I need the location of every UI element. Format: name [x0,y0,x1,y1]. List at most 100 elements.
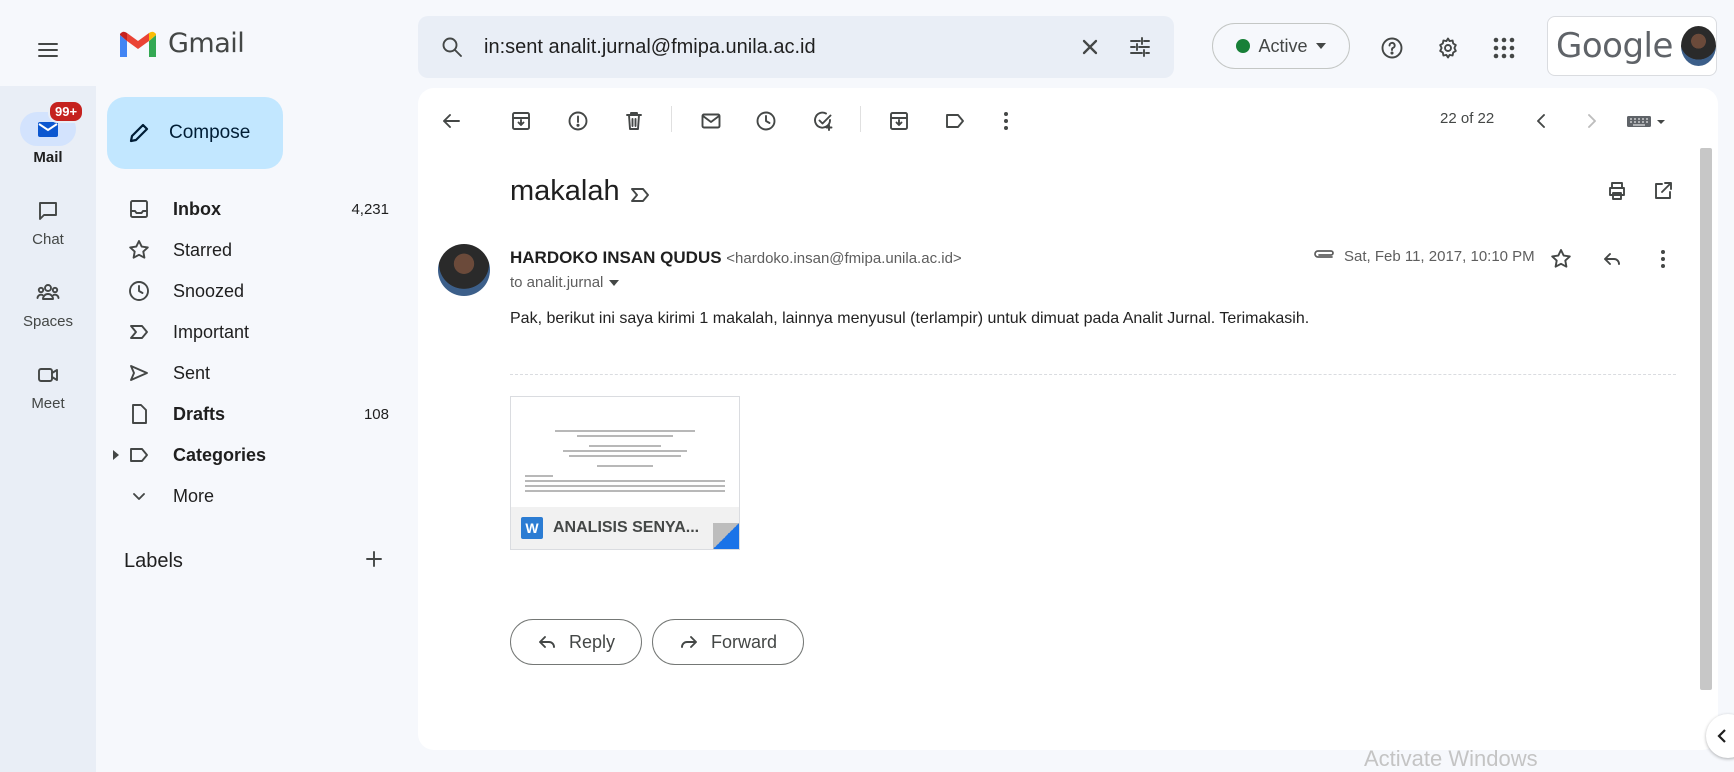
attachment-preview [525,427,725,495]
open-in-new-icon [1655,182,1672,199]
sender-email: <hardoko.insan@fmipa.unila.ac.id> [726,250,962,267]
forward-button[interactable]: Forward [652,619,805,665]
sender-avatar[interactable] [438,244,490,296]
labels-button[interactable] [938,104,972,138]
page-fold [713,523,739,549]
report-spam-button[interactable] [561,104,595,138]
gmail-wordmark: Gmail [168,28,245,59]
rail-spaces[interactable]: Spaces [0,276,96,330]
nav-categories[interactable]: Categories [107,435,403,475]
back-button[interactable] [434,104,468,138]
nav-inbox[interactable]: Inbox 4,231 [107,189,403,229]
clock-icon [756,111,776,131]
windows-activation-watermark: Activate Windows [1364,746,1538,771]
chevron-right-icon [1588,114,1596,128]
compose-button[interactable]: Compose [107,97,283,169]
forward-label: Forward [711,631,778,652]
send-icon [130,365,148,381]
newer-button[interactable] [1525,104,1559,138]
nav-categories-label: Categories [173,444,267,465]
chevron-down-icon [133,493,145,500]
add-label-icon[interactable] [362,547,386,571]
nav-important-label: Important [173,321,250,342]
snooze-button[interactable] [749,104,783,138]
nav-drafts[interactable]: Drafts 108 [107,394,403,434]
clear-search-icon[interactable] [1078,35,1102,59]
reply-icon-button[interactable] [1595,242,1629,276]
nav-snoozed-label: Snoozed [173,280,245,301]
chevron-down-icon [1315,43,1326,49]
chevron-down-icon [609,279,620,286]
recipients-toggle[interactable]: to analit.jurnal [510,274,620,291]
message-more-button[interactable] [1646,242,1680,276]
more-vert-icon [1661,250,1665,268]
reply-button[interactable]: Reply [510,619,643,665]
nav-more-label: More [173,485,215,506]
archive-button[interactable] [504,104,538,138]
account-avatar [1680,26,1716,66]
nav-important[interactable]: Important [107,312,403,352]
rail-meet-label: Meet [31,395,65,412]
google-wordmark: Google [1556,26,1673,66]
caret-right-icon[interactable] [113,450,121,460]
nav-snoozed[interactable]: Snoozed [107,271,403,311]
trash-icon [626,112,642,130]
add-to-tasks-button[interactable] [806,104,840,138]
envelope-icon [701,113,721,129]
status-active-button[interactable]: Active [1212,23,1350,69]
attachment-card[interactable]: W ANALISIS SENYA... [510,396,740,550]
rail-mail[interactable]: 99+ Mail [0,100,96,166]
reply-label: Reply [569,631,616,652]
labels-heading: Labels [124,550,183,572]
gear-icon [1439,37,1457,59]
important-marker-icon[interactable] [628,183,652,207]
apps-grid-icon [1493,37,1515,59]
rail-spaces-label: Spaces [22,313,74,330]
attachment-footer: W ANALISIS SENYA... [511,507,739,549]
chevron-left-icon [1537,114,1545,128]
search-icon[interactable] [440,35,464,59]
nav-drafts-count: 108 [363,405,389,423]
account-switcher[interactable]: Google [1547,16,1717,76]
scrollbar[interactable] [1700,148,1712,690]
settings-button[interactable] [1428,28,1468,68]
nav-inbox-count: 4,231 [351,200,389,218]
gmail-m-icon [120,31,156,57]
message-date: Sat, Feb 11, 2017, 10:10 PM [1344,248,1535,265]
more-options-button[interactable] [989,104,1023,138]
nav-starred[interactable]: Starred [107,230,403,270]
search-options-icon[interactable] [1128,35,1152,59]
spaces-icon [36,284,60,300]
input-tools-button[interactable] [1622,104,1672,138]
mark-unread-button[interactable] [694,104,728,138]
compose-label: Compose [169,122,251,143]
rail-meet[interactable]: Meet [0,358,96,412]
label-icon [946,114,964,128]
label-icon [130,448,148,462]
nav-more[interactable]: More [107,476,403,516]
print-button[interactable] [1600,174,1634,208]
star-button[interactable] [1544,242,1578,276]
nav-inbox-label: Inbox [173,198,221,219]
older-button[interactable] [1574,104,1608,138]
rail-chat[interactable]: Chat [0,194,96,248]
apps-button[interactable] [1484,28,1524,68]
status-dot [1236,39,1251,53]
help-button[interactable] [1372,28,1412,68]
word-document-icon: W [521,517,543,539]
nav-sent[interactable]: Sent [107,353,403,393]
archive-icon [512,112,530,130]
video-camera-icon [38,368,58,382]
gmail-logo[interactable]: Gmail [118,28,245,59]
move-to-button[interactable] [882,104,916,138]
sender-name[interactable]: HARDOKO INSAN QUDUS [510,248,722,267]
search-input[interactable] [484,35,1078,59]
attachment-icon [1314,250,1334,258]
delete-button[interactable] [617,104,651,138]
main-menu-button[interactable] [28,30,68,70]
clock-icon [129,281,149,301]
rail-mail-label: Mail [33,149,63,166]
star-icon [129,240,149,259]
open-new-window-button[interactable] [1646,174,1680,208]
sender-header: HARDOKO INSAN QUDUS <hardoko.insan@fmipa… [510,248,962,268]
